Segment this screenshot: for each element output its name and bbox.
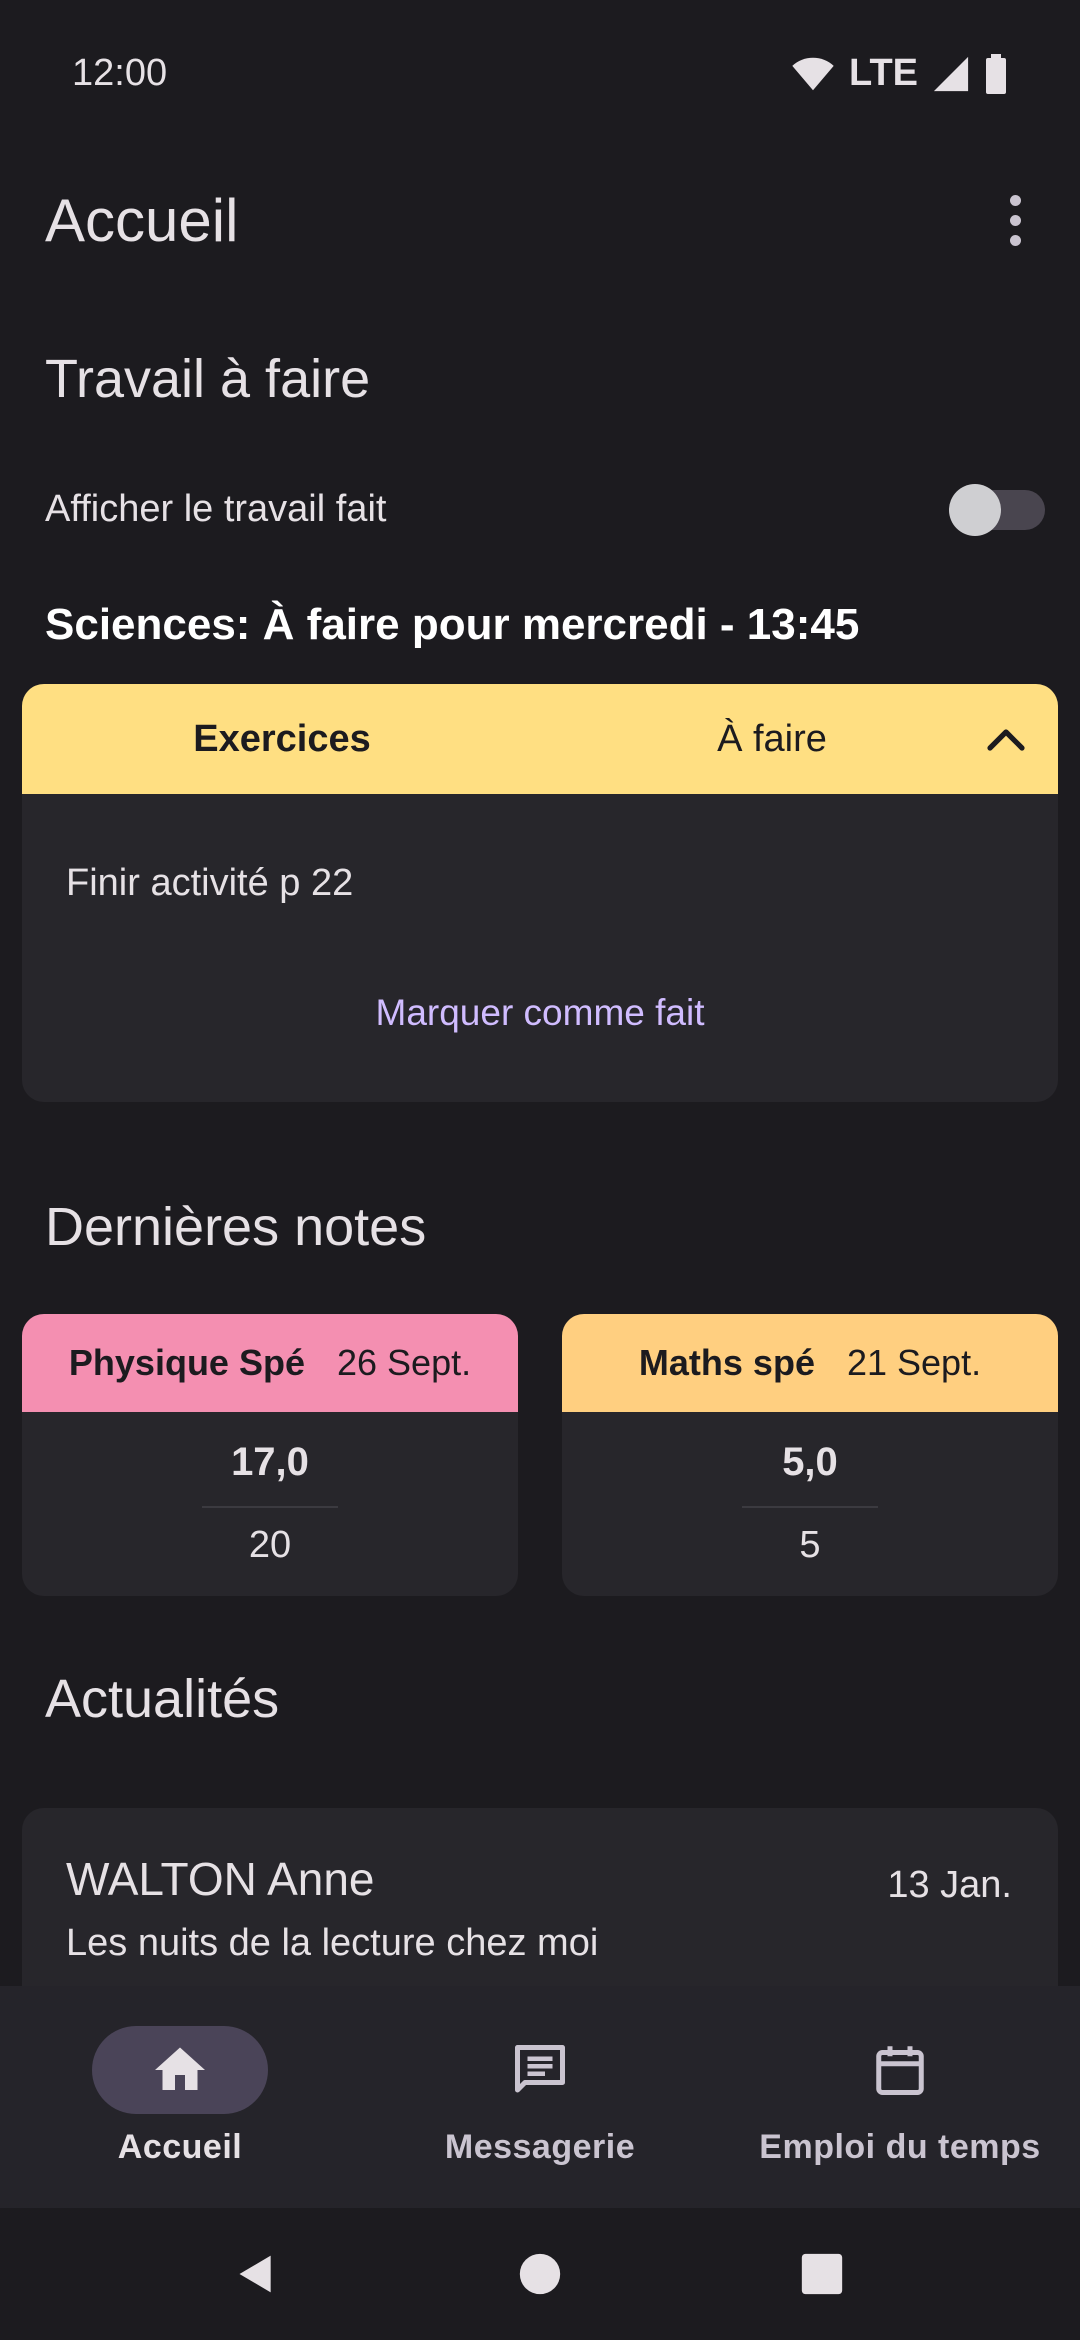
homework-description: Finir activité p 22 (66, 862, 354, 904)
battery-icon (986, 53, 1006, 94)
message-icon (515, 2045, 565, 2093)
status-icons: LTE (791, 52, 1008, 95)
status-time: 12:00 (72, 52, 168, 94)
app-bar: Accueil (0, 170, 1080, 270)
menu-dot (1009, 214, 1021, 226)
grade-subject: Maths spé (638, 1342, 815, 1383)
news-date: 13 Jan. (887, 1864, 1012, 1906)
grade-card[interactable]: Physique Spé 26 Sept. 17,0 20 (22, 1314, 518, 1596)
switch-thumb (949, 484, 1001, 536)
nav-item-messagerie[interactable]: Messagerie (360, 1986, 720, 2208)
system-navigation-bar (0, 2208, 1080, 2340)
back-icon[interactable] (234, 2252, 278, 2296)
grade-out-of: 5 (799, 1524, 821, 1566)
grade-value: 17,0 (231, 1440, 309, 1484)
show-done-switch[interactable] (949, 484, 1045, 536)
nav-item-accueil[interactable]: Accueil (0, 1986, 360, 2208)
menu-dot (1009, 194, 1021, 206)
grade-card-header: Physique Spé 26 Sept. (22, 1314, 518, 1412)
news-title: Les nuits de la lecture chez moi (66, 1922, 599, 1964)
mark-as-done-button[interactable]: Marquer comme fait (22, 992, 1058, 1034)
signal-icon (933, 56, 969, 91)
nav-label: Messagerie (444, 2128, 636, 2166)
grade-value: 5,0 (782, 1440, 838, 1484)
grade-date: 21 Sept. (846, 1342, 982, 1383)
bottom-navigation: Accueil Messagerie Emploi du temps (0, 1986, 1080, 2208)
status-bar: 12:00 LTE (0, 0, 1080, 150)
wifi-icon (792, 57, 834, 90)
grade-out-of: 20 (248, 1524, 292, 1566)
homework-card-header[interactable]: Exercices À faire (22, 684, 1058, 794)
page-title: Accueil (45, 187, 239, 254)
homework-status: À faire (717, 718, 827, 760)
grades-section-title: Dernières notes (45, 1197, 427, 1257)
grade-divider (742, 1506, 878, 1508)
homework-subject-heading: Sciences: À faire pour mercredi - 13:45 (45, 600, 860, 649)
show-done-label: Afficher le travail fait (45, 488, 387, 530)
network-label: LTE (849, 52, 918, 94)
chevron-up-icon[interactable] (982, 716, 1030, 764)
nav-label: Emploi du temps (759, 2128, 1041, 2166)
homework-section-title: Travail à faire (45, 349, 371, 409)
news-author: WALTON Anne (66, 1853, 375, 1905)
nav-item-emploi-du-temps[interactable]: Emploi du temps (720, 1986, 1080, 2208)
news-section-title: Actualités (45, 1669, 280, 1729)
more-options-icon[interactable] (990, 190, 1040, 250)
grade-divider (202, 1506, 338, 1508)
grade-date: 26 Sept. (336, 1342, 472, 1383)
show-done-toggle-row[interactable]: Afficher le travail fait (45, 480, 1045, 540)
home-circle-icon[interactable] (518, 2252, 562, 2296)
grade-card[interactable]: Maths spé 21 Sept. 5,0 5 (562, 1314, 1058, 1596)
homework-card: Exercices À faire Finir activité p 22 Ma… (22, 684, 1058, 1102)
nav-label: Accueil (117, 2128, 243, 2166)
grade-card-header: Maths spé 21 Sept. (562, 1314, 1058, 1412)
calendar-icon (876, 2046, 924, 2095)
recents-icon[interactable] (800, 2252, 844, 2296)
homework-type: Exercices (193, 718, 371, 760)
menu-dot (1009, 234, 1021, 246)
grade-subject: Physique Spé (68, 1342, 305, 1383)
home-icon (155, 2047, 205, 2090)
